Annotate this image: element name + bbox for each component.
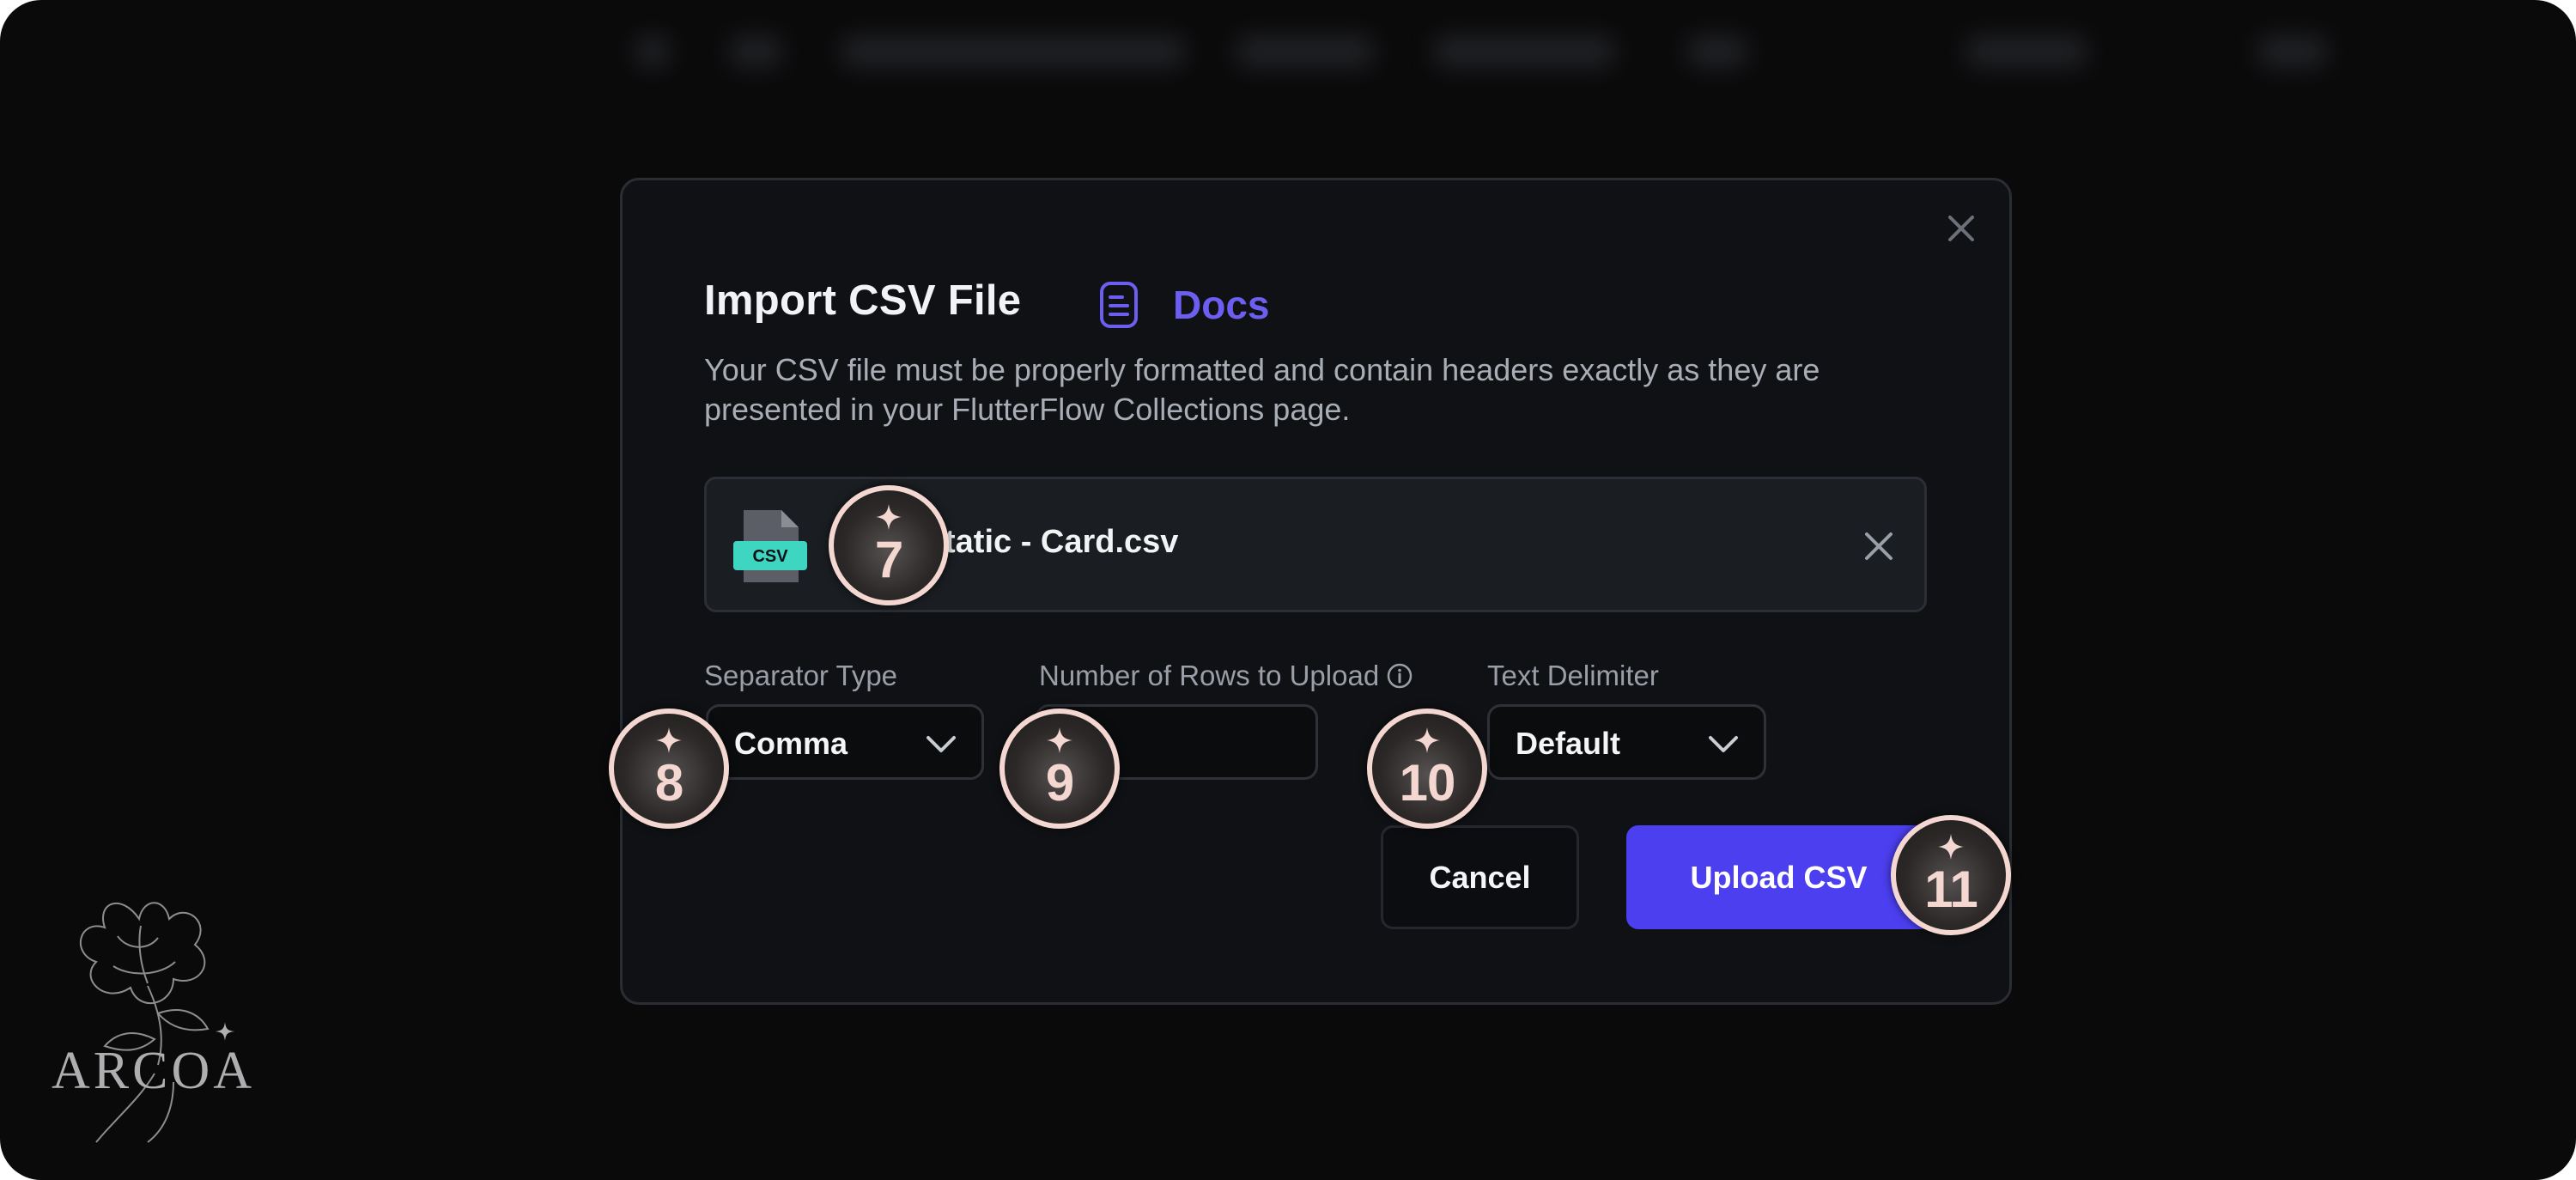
step-number: 10 xyxy=(1399,754,1456,812)
step-marker: 11 xyxy=(1891,815,2011,935)
separator-type-dropdown[interactable]: Comma xyxy=(706,704,984,780)
close-icon[interactable] xyxy=(1942,210,1980,247)
remove-file-icon[interactable] xyxy=(1860,527,1898,565)
document-icon xyxy=(1100,282,1138,328)
step-number: 9 xyxy=(1045,754,1074,812)
sparkle-icon xyxy=(656,727,682,753)
separator-value: Comma xyxy=(734,726,848,761)
info-icon[interactable] xyxy=(1386,662,1413,690)
text-delimiter-dropdown[interactable]: Default xyxy=(1487,704,1766,780)
docs-link[interactable]: Docs xyxy=(1094,277,1269,333)
rows-to-upload-label: Number of Rows to Upload xyxy=(1039,660,1413,692)
docs-label: Docs xyxy=(1173,283,1270,327)
step-number: 8 xyxy=(654,754,683,812)
step-marker: 8 xyxy=(609,709,729,829)
rows-label-text: Number of Rows to Upload xyxy=(1039,660,1380,691)
csv-badge-label: CSV xyxy=(752,547,788,566)
brand-watermark: ARCOA xyxy=(45,885,259,1151)
file-name: tatic - Card.csv xyxy=(945,524,1179,560)
delimiter-value: Default xyxy=(1516,726,1621,761)
step-number: 11 xyxy=(1924,861,1978,918)
chevron-down-icon xyxy=(927,736,956,752)
step-marker: 7 xyxy=(829,485,949,605)
screen: Import CSV File Docs Your CSV file must … xyxy=(0,0,2576,1180)
sparkle-icon xyxy=(876,504,902,530)
chevron-down-icon xyxy=(1709,736,1738,752)
dialog-title: Import CSV File xyxy=(704,277,1022,324)
step-marker: 10 xyxy=(1367,709,1487,829)
cancel-button[interactable]: Cancel xyxy=(1381,825,1579,929)
peony-logo-icon xyxy=(80,902,234,1143)
csv-file-icon: CSV xyxy=(733,510,807,582)
blurred-top-bar xyxy=(0,0,2576,103)
separator-type-label: Separator Type xyxy=(704,660,898,691)
text-delimiter-label: Text Delimiter xyxy=(1487,660,1659,691)
brand-name: ARCOA xyxy=(52,1042,256,1100)
step-marker: 9 xyxy=(999,709,1120,829)
sparkle-icon xyxy=(1047,727,1072,753)
step-number: 7 xyxy=(874,531,903,588)
sparkle-icon xyxy=(1414,727,1440,753)
upload-csv-button[interactable]: Upload CSV xyxy=(1626,825,1931,929)
sparkle-icon xyxy=(1938,834,1964,860)
dialog-description: Your CSV file must be properly formatted… xyxy=(704,352,1820,427)
